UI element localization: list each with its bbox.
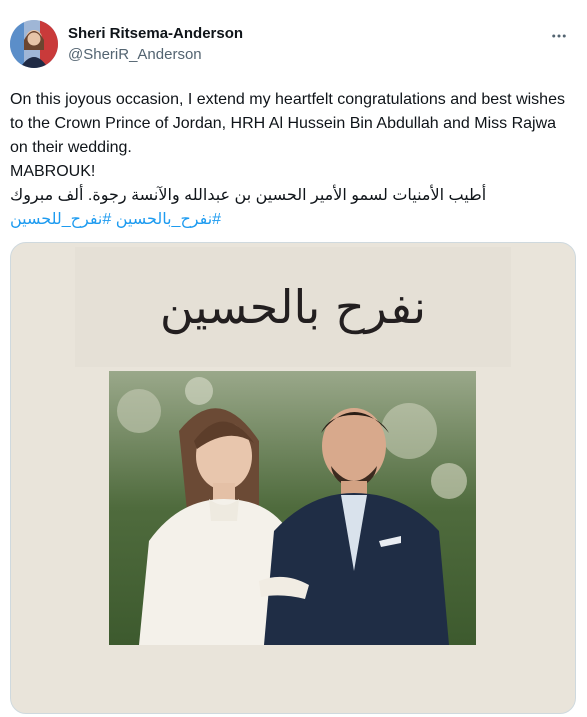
tweet-line-arabic: أطيب الأمنيات لسمو الأمير الحسين بن عبدا… [10, 187, 487, 204]
calligraphy-banner: نفرح بالحسين [75, 247, 511, 367]
tweet-line-english: On this joyous occasion, I extend my hea… [10, 91, 565, 156]
avatar[interactable] [10, 20, 58, 68]
hashtag-link[interactable]: #نفرح_للحسين [10, 211, 111, 228]
user-handle[interactable]: @SheriR_Anderson [68, 45, 243, 65]
media-card[interactable]: نفرح بالحسين [10, 242, 576, 714]
tweet-line-mabrouk: MABROUK! [10, 163, 96, 180]
author-names: Sheri Ritsema-Anderson @SheriR_Anderson [68, 24, 243, 65]
tweet-header: Sheri Ritsema-Anderson @SheriR_Anderson [10, 14, 575, 70]
more-icon[interactable] [547, 24, 571, 48]
hashtags: #نفرح_بالحسين #نفرح_للحسين [10, 208, 578, 232]
hashtag-link[interactable]: #نفرح_بالحسين [116, 211, 221, 228]
tweet-text: On this joyous occasion, I extend my hea… [10, 88, 578, 232]
calligraphy-text: نفرح بالحسين [159, 280, 428, 334]
display-name[interactable]: Sheri Ritsema-Anderson [68, 24, 243, 44]
couple-photo[interactable] [109, 371, 476, 645]
